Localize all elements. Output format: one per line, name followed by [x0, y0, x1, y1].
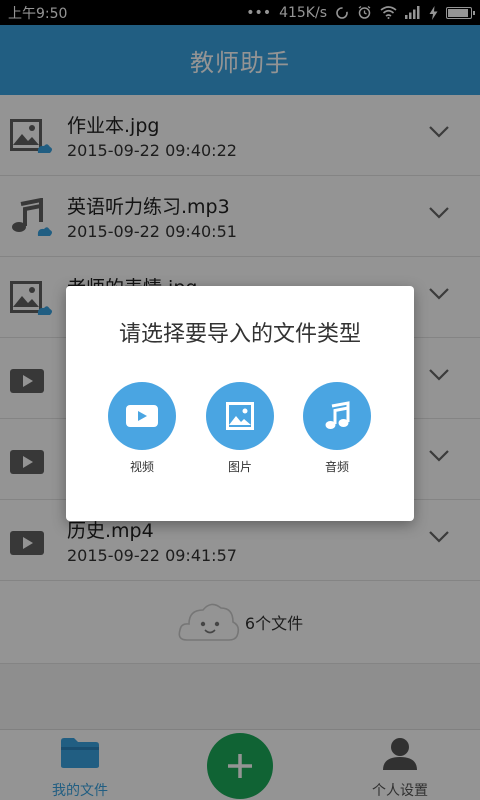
import-type-dialog: 请选择要导入的文件类型 视频 图片 音频 [66, 286, 414, 521]
dialog-title: 请选择要导入的文件类型 [118, 322, 361, 347]
audio-option-circle[interactable] [303, 382, 371, 450]
image-option-circle[interactable] [206, 382, 274, 450]
music-icon [325, 401, 350, 429]
import-image-option[interactable]: 图片 [200, 382, 280, 478]
video-icon [126, 405, 158, 427]
video-option-label: 视频 [129, 460, 154, 474]
image-option-label: 图片 [227, 460, 252, 474]
audio-option-label: 音频 [324, 460, 349, 474]
video-option-circle[interactable] [108, 382, 176, 450]
import-audio-option[interactable]: 音频 [297, 382, 377, 478]
image-icon [226, 402, 254, 430]
import-video-option[interactable]: 视频 [102, 382, 182, 478]
